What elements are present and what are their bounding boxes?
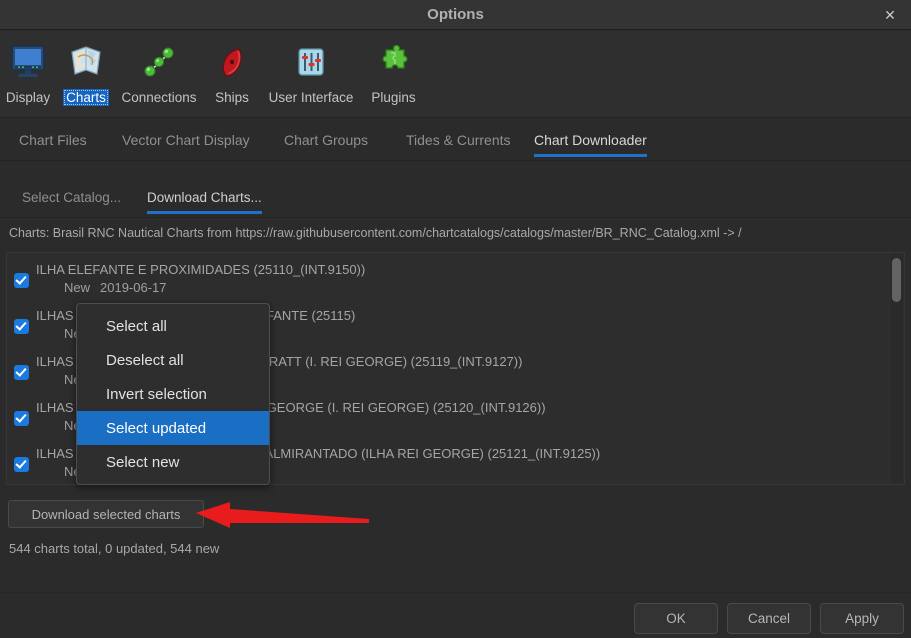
subtab-select-catalog[interactable]: Select Catalog... <box>22 176 121 218</box>
chart-row-checkbox[interactable] <box>14 457 29 472</box>
window-title: Options <box>427 6 484 23</box>
chart-row-checkbox[interactable] <box>14 411 29 426</box>
title-bar: Options ✕ <box>0 0 911 30</box>
folded-map-icon <box>59 37 113 87</box>
cancel-button-label: Cancel <box>747 611 791 626</box>
context-menu-item-label: Select updated <box>106 419 207 437</box>
apply-button-label: Apply <box>845 611 879 626</box>
apply-button[interactable]: Apply <box>820 603 904 634</box>
toolbar-item-ships[interactable]: Ships <box>206 37 258 115</box>
footer-separator <box>0 592 911 593</box>
context-menu-item-invert-selection[interactable]: Invert selection <box>77 377 269 411</box>
toolbar-item-label: Display <box>5 90 51 105</box>
chart-row-date: 2019-06-17 <box>100 280 167 295</box>
context-menu-item-select-updated[interactable]: Select updated <box>77 411 269 445</box>
catalog-info-line: Charts: Brasil RNC Nautical Charts from … <box>9 226 742 240</box>
toolbar-item-connections[interactable]: Connections <box>113 37 205 115</box>
context-menu-item-label: Invert selection <box>106 385 207 403</box>
toolbar-item-charts[interactable]: Charts <box>59 37 113 115</box>
toolbar-item-display[interactable]: Display <box>4 37 52 115</box>
toolbar-item-label: User Interface <box>268 90 354 105</box>
boat-hull-icon <box>205 37 259 87</box>
chart-list-scrollbar-thumb[interactable] <box>892 258 901 302</box>
tab-label: Chart Downloader <box>534 132 647 148</box>
tab-label: Chart Groups <box>284 132 369 148</box>
context-menu-item-label: Select all <box>106 317 167 335</box>
toolbar-item-plugins[interactable]: Plugins <box>366 37 421 115</box>
subtab-download-charts[interactable]: Download Charts... <box>147 176 262 218</box>
chart-row-title: ILHA ELEFANTE E PROXIMIDADES (25110_(INT… <box>36 262 366 277</box>
toolbar-item-label: Ships <box>215 90 249 105</box>
annotation-arrow <box>196 498 371 535</box>
context-menu-item-select-all[interactable]: Select all <box>77 309 269 343</box>
tab-chart-downloader[interactable]: Chart Downloader <box>534 119 647 161</box>
toolbar-item-label: Plugins <box>371 90 416 105</box>
chart-count-status: 544 charts total, 0 updated, 544 new <box>9 541 220 556</box>
tab-chart-files[interactable]: Chart Files <box>19 119 87 161</box>
chart-list-row[interactable]: ILHA ELEFANTE E PROXIMIDADES (25110_(INT… <box>7 261 887 307</box>
context-menu-item-label: Select new <box>106 453 180 471</box>
toolbar-item-label: Charts <box>63 89 109 106</box>
puzzle-piece-icon <box>367 37 421 87</box>
tab-vector-chart-display[interactable]: Vector Chart Display <box>122 119 250 161</box>
chart-list-scrollbar[interactable] <box>891 254 903 483</box>
network-nodes-icon <box>132 37 186 87</box>
monitor-icon <box>1 37 55 87</box>
ok-button-label: OK <box>666 611 686 626</box>
ok-button[interactable]: OK <box>634 603 718 634</box>
cancel-button[interactable]: Cancel <box>727 603 811 634</box>
chart-row-state: New <box>64 280 91 295</box>
tab-label: Tides & Currents <box>406 132 511 148</box>
tab-label: Chart Files <box>19 132 87 148</box>
context-menu-item-label: Deselect all <box>106 351 184 369</box>
toolbar-item-label: Connections <box>121 90 197 105</box>
context-menu-item-deselect-all[interactable]: Deselect all <box>77 343 269 377</box>
toolbar-item-user-interface[interactable]: User Interface <box>252 37 370 115</box>
download-button-label: Download selected charts <box>31 506 181 522</box>
category-toolbar: Display Charts Connections Ships User In… <box>0 31 911 118</box>
tab-chart-groups[interactable]: Chart Groups <box>284 119 368 161</box>
main-tab-bar: Chart Files Vector Chart Display Chart G… <box>0 119 911 161</box>
sliders-panel-icon <box>284 37 338 87</box>
subtab-label: Select Catalog... <box>22 189 122 205</box>
chart-row-checkbox[interactable] <box>14 319 29 334</box>
download-selected-charts-button[interactable]: Download selected charts <box>8 500 204 528</box>
subtab-label: Download Charts... <box>147 189 262 205</box>
chart-row-checkbox[interactable] <box>14 365 29 380</box>
tab-label: Vector Chart Display <box>122 132 250 148</box>
tab-tides-and-currents[interactable]: Tides & Currents <box>406 119 511 161</box>
chart-row-checkbox[interactable] <box>14 273 29 288</box>
sub-tab-bar: Select Catalog... Download Charts... <box>0 176 911 218</box>
chart-row-status: New 2019-06-17 <box>64 280 167 295</box>
close-icon[interactable]: ✕ <box>877 0 903 30</box>
context-menu-item-select-new[interactable]: Select new <box>77 445 269 479</box>
chart-list-context-menu[interactable]: Select all Deselect all Invert selection… <box>76 303 270 485</box>
